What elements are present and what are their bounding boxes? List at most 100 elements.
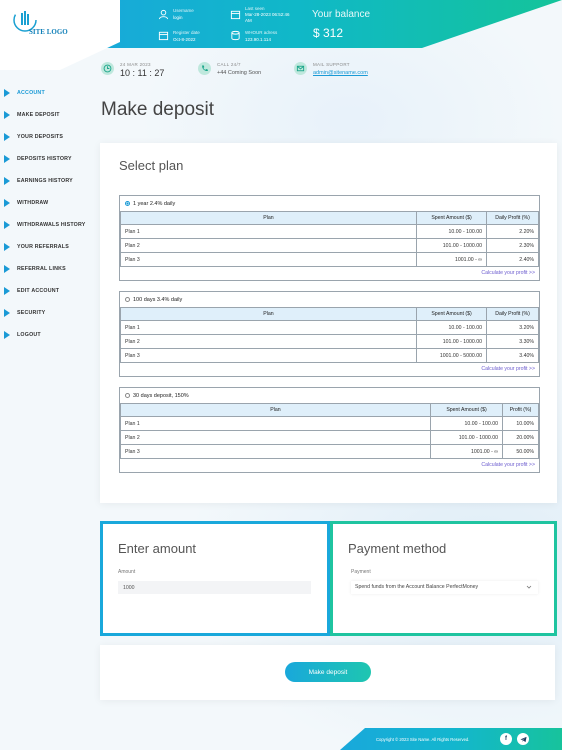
table-row: Plan 2 101.00 - 1000.00 20.00% <box>120 430 539 445</box>
sidebar-item-earnings-history[interactable]: EARNINGS HISTORY <box>0 170 100 192</box>
sidebar-nav: ACCOUNT MAKE DEPOSIT YOUR DEPOSITS DEPOS… <box>0 82 100 346</box>
plan-group-3: 30 days deposit, 150% Plan Spent Amount … <box>119 387 540 473</box>
mail-label: MAIL SUPPORT <box>313 62 350 67</box>
page-title: Make deposit <box>101 99 215 120</box>
logo-text: SITE LOGO <box>29 28 68 36</box>
column-header-profit: Daily Profit (%) <box>486 307 539 321</box>
spent-amount-cell: 101.00 - 1000.00 <box>416 238 487 253</box>
amount-label: Amount <box>118 569 136 575</box>
username-label: Username <box>173 8 194 13</box>
telegram-icon[interactable] <box>517 733 529 745</box>
plan-name-cell: Plan 2 <box>120 430 431 445</box>
column-header-spent: Spent Amount ($) <box>430 403 503 417</box>
username-value: login <box>173 15 183 20</box>
profit-cell: 3.40% <box>486 348 539 363</box>
plan-group-2-name: 100 days 3.4% daily <box>133 296 183 303</box>
plan-group-3-radio[interactable] <box>125 393 130 398</box>
plan-group-2-radio[interactable] <box>125 297 130 302</box>
last-seen-value-2: AM <box>245 18 252 23</box>
column-header-plan: Plan <box>120 403 431 417</box>
select-plan-title: Select plan <box>119 158 184 173</box>
payment-select[interactable]: Spend funds from the Account Balance Per… <box>351 581 538 594</box>
mail-link[interactable]: admin@sitename.com <box>313 70 368 76</box>
column-header-profit: Daily Profit (%) <box>486 211 539 225</box>
time-text: 10 : 11 : 27 <box>120 68 165 78</box>
plan-group-2-table: Plan Spent Amount ($) Daily Profit (%) P… <box>120 307 539 363</box>
column-header-plan: Plan <box>120 211 417 225</box>
table-row: Plan 3 1001.00 - 5000.00 3.40% <box>120 348 539 363</box>
payment-selected-value: Spend funds from the Account Balance Per… <box>355 584 479 590</box>
sidebar-item-edit-account[interactable]: EDIT ACCOUNT <box>0 280 100 302</box>
plan-group-1-radio[interactable] <box>125 201 130 206</box>
plan-group-3-header[interactable]: 30 days deposit, 150% <box>120 388 539 403</box>
column-header-plan: Plan <box>120 307 417 321</box>
spent-amount-cell: 1001.00 - ∞ <box>430 444 503 459</box>
plan-name-cell: Plan 2 <box>120 238 417 253</box>
enter-amount-title: Enter amount <box>118 541 197 556</box>
plan-group-2-header[interactable]: 100 days 3.4% daily <box>120 292 539 307</box>
spent-amount-cell: 101.00 - 1000.00 <box>430 430 503 445</box>
plan-name-cell: Plan 1 <box>120 416 431 431</box>
plan-name-cell: Plan 3 <box>120 348 417 363</box>
sidebar-item-deposits-history[interactable]: DEPOSITS HISTORY <box>0 148 100 170</box>
plan-group-3-name: 30 days deposit, 150% <box>133 392 189 399</box>
amount-input[interactable] <box>118 581 311 594</box>
calendar-icon <box>158 31 169 41</box>
spent-amount-cell: 1001.00 - ∞ <box>416 252 487 267</box>
spent-amount-cell: 1001.00 - 5000.00 <box>416 348 487 363</box>
user-icon <box>158 9 169 20</box>
profit-cell: 50.00% <box>502 444 539 459</box>
sidebar-item-make-deposit[interactable]: MAKE DEPOSIT <box>0 104 100 126</box>
table-header-row: Plan Spent Amount ($) Daily Profit (%) <box>120 307 539 321</box>
plan-name-cell: Plan 3 <box>120 252 417 267</box>
sidebar-item-referral-links[interactable]: REFERRAL LINKS <box>0 258 100 280</box>
payment-method-panel: Payment method Payment Spend funds from … <box>330 521 557 636</box>
top-header: SITE LOGO Username login Register date O… <box>0 0 562 70</box>
ip-value: 123.90.1.114 <box>245 37 271 42</box>
balance-value: $ 312 <box>313 26 344 40</box>
table-header-row: Plan Spent Amount ($) Profit (%) <box>120 403 539 417</box>
footer-bar: Copyright © 2023 Site Name. All Rights R… <box>340 728 562 750</box>
database-icon <box>231 30 240 41</box>
profit-cell: 2.30% <box>486 238 539 253</box>
sidebar-item-logout[interactable]: LOGOUT <box>0 324 100 346</box>
table-row: Plan 3 1001.00 - ∞ 2.40% <box>120 252 539 267</box>
sidebar-item-security[interactable]: SECURITY <box>0 302 100 324</box>
submit-card: Make deposit <box>100 645 555 700</box>
profit-cell: 3.30% <box>486 334 539 349</box>
sidebar-item-withdraw[interactable]: WITHDRAW <box>0 192 100 214</box>
profit-cell: 20.00% <box>502 430 539 445</box>
chevron-down-icon <box>526 585 532 589</box>
calculate-profit-link[interactable]: Calculate your profit >> <box>120 267 539 280</box>
copyright-text: Copyright © 2023 Site Name. All Rights R… <box>376 737 470 742</box>
register-date-label: Register date <box>173 30 200 35</box>
make-deposit-button[interactable]: Make deposit <box>285 662 371 682</box>
call-label: CALL 24/7 <box>217 62 241 67</box>
spent-amount-cell: 10.00 - 100.00 <box>430 416 503 431</box>
column-header-spent: Spent Amount ($) <box>416 307 487 321</box>
plan-name-cell: Plan 1 <box>120 320 417 335</box>
profit-cell: 2.40% <box>486 252 539 267</box>
sidebar-item-your-deposits[interactable]: YOUR DEPOSITS <box>0 126 100 148</box>
spent-amount-cell: 101.00 - 1000.00 <box>416 334 487 349</box>
ip-label: WHOUR adress <box>245 30 278 35</box>
table-row: Plan 1 10.00 - 100.00 10.00% <box>120 416 539 431</box>
facebook-icon[interactable]: f <box>500 733 512 745</box>
column-header-spent: Spent Amount ($) <box>416 211 487 225</box>
spent-amount-cell: 10.00 - 100.00 <box>416 320 487 335</box>
plan-name-cell: Plan 2 <box>120 334 417 349</box>
calculate-profit-link[interactable]: Calculate your profit >> <box>120 459 539 472</box>
sidebar-item-withdrawals-history[interactable]: WITHDRAWALS HISTORY <box>0 214 100 236</box>
calculate-profit-link[interactable]: Calculate your profit >> <box>120 363 539 376</box>
plan-group-1-table: Plan Spent Amount ($) Daily Profit (%) P… <box>120 211 539 267</box>
profit-cell: 2.20% <box>486 224 539 239</box>
plan-group-3-table: Plan Spent Amount ($) Profit (%) Plan 1 … <box>120 403 539 459</box>
last-seen-value: Mar-28-2023 06:52:46 <box>245 12 290 17</box>
enter-amount-panel: Enter amount Amount <box>100 521 330 636</box>
plan-group-1-header[interactable]: 1 year 2.4% daily <box>120 196 539 211</box>
sidebar-item-account[interactable]: ACCOUNT <box>0 82 100 104</box>
sidebar-item-your-referrals[interactable]: YOUR REFERRALS <box>0 236 100 258</box>
plan-group-1: 1 year 2.4% daily Plan Spent Amount ($) … <box>119 195 540 281</box>
mail-icon <box>294 62 307 75</box>
spent-amount-cell: 10.00 - 100.00 <box>416 224 487 239</box>
